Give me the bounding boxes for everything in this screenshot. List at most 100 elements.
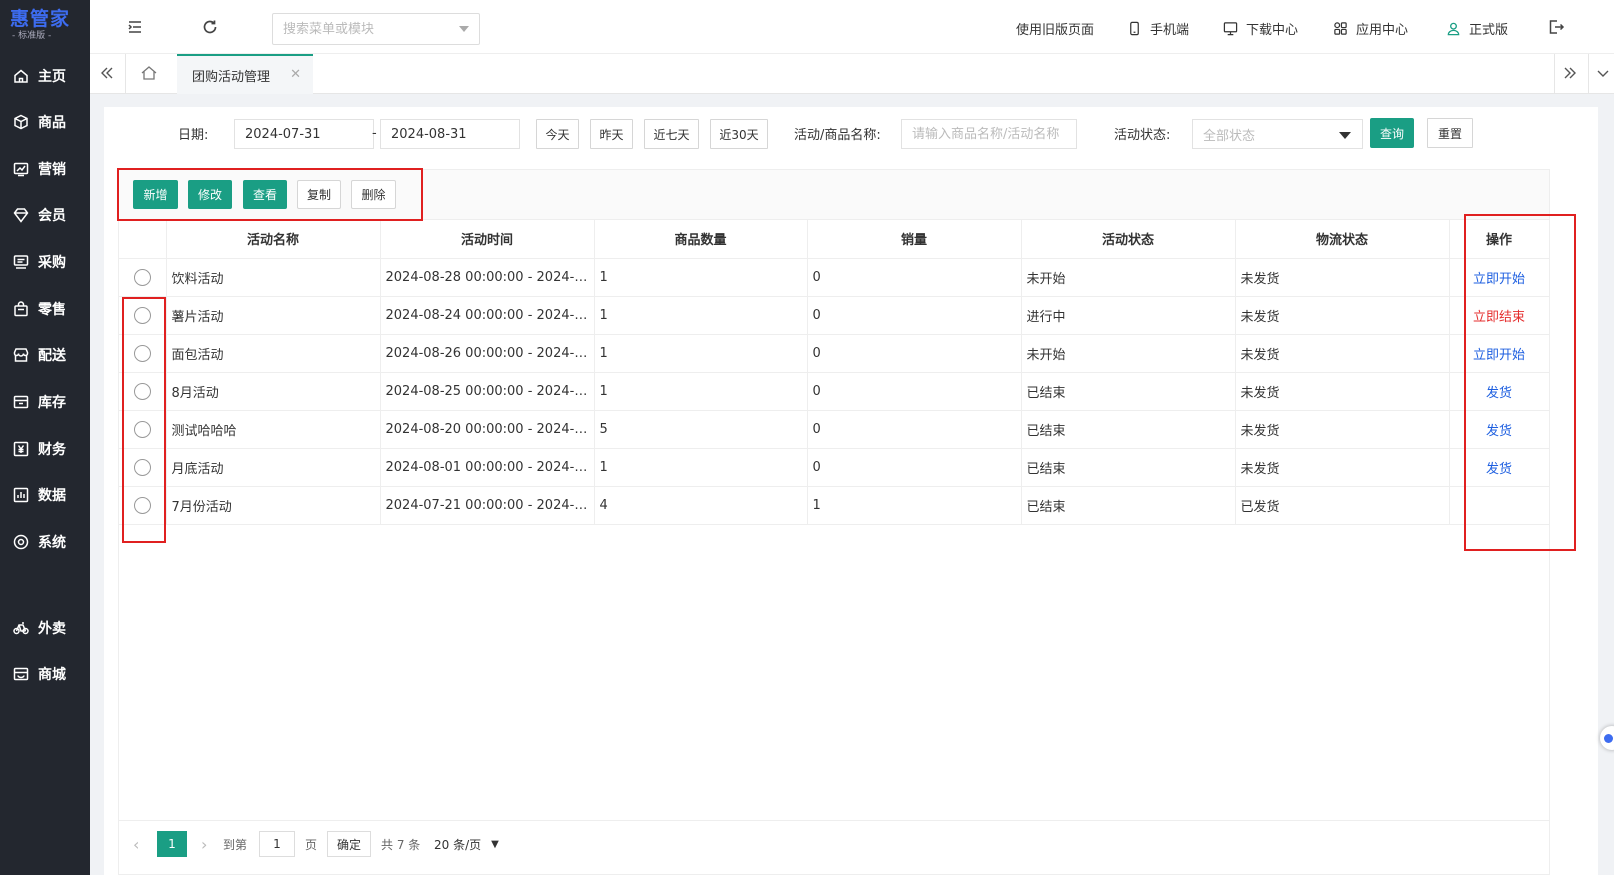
sidebar-item-inventory[interactable]: 库存 (0, 387, 90, 417)
activity-time-cell: 2024-08-25 00:00:00 - 2024-08-31 23:59:5… (380, 372, 595, 411)
row-action-link[interactable]: 立即开始 (1473, 348, 1525, 363)
view-button[interactable]: 查看 (243, 180, 287, 209)
last-7-days-button[interactable]: 近七天 (644, 119, 699, 149)
account-link[interactable]: 正式版 (1446, 17, 1508, 39)
sidebar-item-home[interactable]: 主页 (0, 61, 90, 91)
sidebar-item-label: 商城 (38, 667, 66, 683)
activity-name-input[interactable] (902, 120, 1076, 148)
activity-name-cell: 饮料活动 (166, 258, 381, 297)
product-count-cell: 4 (594, 486, 808, 525)
last-30-days-button[interactable]: 近30天 (710, 119, 768, 149)
column-header[interactable]: 物流状态 (1235, 220, 1450, 259)
table-row[interactable]: 薯片活动2024-08-24 00:00:00 - 2024-08-31 23:… (119, 296, 1550, 335)
page-size-select[interactable]: 20 条/页 ▼ (429, 831, 513, 857)
reset-button[interactable]: 重置 (1427, 118, 1473, 148)
column-header[interactable]: 活动状态 (1021, 220, 1236, 259)
row-radio[interactable] (133, 268, 151, 286)
add-button[interactable]: 新增 (133, 180, 178, 209)
sidebar-item-system[interactable]: 系统 (0, 527, 90, 557)
sidebar-item-mall[interactable]: 商城 (0, 659, 90, 689)
brand-logo[interactable]: 惠管家 - 标准版 - (0, 0, 90, 50)
home-tab-icon[interactable] (140, 64, 160, 84)
data-icon (13, 487, 29, 503)
old-version-link[interactable]: 使用旧版页面 (1016, 17, 1094, 39)
app-center-link[interactable]: 应用中心 (1333, 17, 1408, 39)
sales-cell: 0 (807, 410, 1022, 449)
yesterday-button[interactable]: 昨天 (590, 119, 633, 149)
main-content: 日期: 2024-07-31 - 2024-08-31 今天 昨天 近七天 近3… (104, 107, 1598, 875)
sidebar-item-label: 会员 (38, 208, 66, 224)
activity-name-cell: 月底活动 (166, 448, 381, 487)
sidebar-item-label: 主页 (38, 69, 66, 85)
chevrons-right-icon[interactable] (1561, 64, 1581, 84)
chevrons-left-icon[interactable] (98, 64, 118, 84)
today-button[interactable]: 今天 (536, 119, 579, 149)
close-icon[interactable]: ✕ (290, 67, 301, 82)
row-action-link[interactable]: 发货 (1486, 424, 1512, 439)
sidebar-item-delivery[interactable]: 配送 (0, 340, 90, 370)
sidebar-item-finance[interactable]: 财务 (0, 434, 90, 464)
sidebar-item-takeout[interactable]: 外卖 (0, 613, 90, 643)
table-row[interactable]: 7月份活动2024-07-21 00:00:00 - 2024-07-31 23… (119, 486, 1550, 525)
table-row[interactable]: 8月活动2024-08-25 00:00:00 - 2024-08-31 23:… (119, 372, 1550, 411)
mobile-link[interactable]: 手机端 (1127, 17, 1189, 39)
menu-search-input[interactable] (273, 14, 443, 44)
copy-button[interactable]: 复制 (297, 180, 341, 209)
select-column-header (119, 220, 167, 259)
product-count-cell: 1 (594, 448, 808, 487)
sidebar-item-label: 系统 (38, 535, 66, 551)
row-radio[interactable] (133, 458, 151, 476)
row-radio[interactable] (133, 344, 151, 362)
column-header[interactable]: 销量 (807, 220, 1022, 259)
tab-group-buy-management[interactable]: 团购活动管理 ✕ (177, 54, 313, 94)
query-button[interactable]: 查询 (1370, 118, 1414, 148)
row-radio[interactable] (133, 496, 151, 514)
row-radio[interactable] (133, 382, 151, 400)
next-page-icon[interactable]: › (201, 831, 207, 857)
row-action-link[interactable]: 立即结束 (1473, 310, 1525, 325)
logout-icon[interactable] (1547, 18, 1565, 36)
table-row[interactable]: 测试哈哈哈2024-08-20 00:00:00 - 2024-08-31 23… (119, 410, 1550, 449)
row-radio[interactable] (133, 420, 151, 438)
date-start-input[interactable]: 2024-07-31 (234, 119, 374, 149)
row-action-link[interactable]: 立即开始 (1473, 272, 1525, 287)
goto-confirm-button[interactable]: 确定 (327, 831, 371, 857)
activity-name-field[interactable] (901, 119, 1077, 149)
sales-cell: 0 (807, 448, 1022, 487)
activity-status-cell: 已结束 (1021, 448, 1236, 487)
sidebar-item-label: 零售 (38, 302, 66, 318)
floating-assistant-icon[interactable] (1600, 726, 1614, 750)
table-row[interactable]: 饮料活动2024-08-28 00:00:00 - 2024-08-31 23:… (119, 258, 1550, 297)
activity-status-cell: 已结束 (1021, 372, 1236, 411)
sidebar-item-products[interactable]: 商品 (0, 107, 90, 137)
activity-status-cell: 未开始 (1021, 258, 1236, 297)
tab-divider (1554, 54, 1555, 94)
sidebar-item-purchase[interactable]: 采购 (0, 247, 90, 277)
table-row[interactable]: 月底活动2024-08-01 00:00:00 - 2024-08-31 23:… (119, 448, 1550, 487)
activity-status-select[interactable]: 全部状态 (1192, 119, 1363, 149)
goto-page-input[interactable]: 1 (259, 831, 295, 857)
row-radio[interactable] (133, 306, 151, 324)
page-number-current[interactable]: 1 (157, 831, 187, 857)
table-row[interactable]: 面包活动2024-08-26 00:00:00 - 2024-08-31 23:… (119, 334, 1550, 373)
row-action-link[interactable]: 发货 (1486, 386, 1512, 401)
sidebar-item-members[interactable]: 会员 (0, 200, 90, 230)
menu-fold-icon[interactable] (126, 18, 144, 36)
sidebar-item-retail[interactable]: 零售 (0, 294, 90, 324)
download-center-link[interactable]: 下载中心 (1223, 17, 1298, 39)
edit-button[interactable]: 修改 (188, 180, 232, 209)
row-action-link[interactable]: 发货 (1486, 462, 1512, 477)
sidebar-item-marketing[interactable]: 营销 (0, 154, 90, 184)
sidebar-item-data[interactable]: 数据 (0, 480, 90, 510)
activity-name-cell: 测试哈哈哈 (166, 410, 381, 449)
column-header[interactable]: 活动时间 (380, 220, 595, 259)
prev-page-icon[interactable]: ‹ (133, 831, 139, 857)
menu-search-select[interactable] (272, 13, 480, 45)
page-size-value: 20 条/页 (434, 837, 482, 852)
date-end-input[interactable]: 2024-08-31 (380, 119, 520, 149)
column-header[interactable]: 活动名称 (166, 220, 381, 259)
chevron-down-icon[interactable] (1594, 64, 1614, 84)
refresh-icon[interactable] (201, 18, 219, 36)
delete-button[interactable]: 删除 (351, 180, 396, 209)
column-header[interactable]: 商品数量 (594, 220, 808, 259)
